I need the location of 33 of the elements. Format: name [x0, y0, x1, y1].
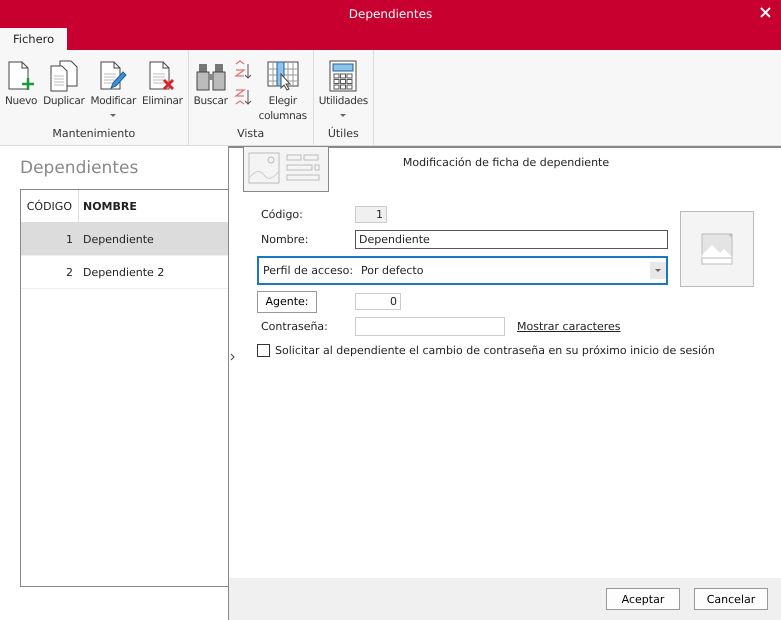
field-label: Perfil de acceso:	[262, 264, 354, 277]
ribbon-button[interactable]: Duplicar	[40, 60, 88, 127]
table-cell-text: 2	[65, 264, 74, 280]
field-label: Código:	[260, 208, 304, 221]
window-title: Dependientes	[348, 7, 432, 21]
table-cell-text: Dependiente 2	[82, 266, 164, 278]
column-header[interactable]: NOMBRE	[79, 200, 137, 212]
ribbon-button[interactable]: Utilidades	[316, 60, 371, 127]
table-cell-text: 1	[65, 232, 74, 248]
ribbon-button[interactable]: Buscar	[190, 60, 231, 127]
dialog-button[interactable]: Cancelar	[694, 588, 768, 610]
checkbox-label: Solicitar al dependiente el cambio de contraseña en su próximo inicio de sesión	[275, 344, 715, 357]
dialog-title: Modificación de ficha de dependiente	[402, 155, 610, 171]
group-label: Mantenimiento	[51, 127, 136, 142]
dialog-button[interactable]: Aceptar	[606, 588, 680, 610]
ribbon-button[interactable]: Nuevo	[2, 60, 40, 127]
show-characters-link[interactable]: Mostrar caracteres	[517, 320, 621, 333]
table-row[interactable]: 1 Dependiente	[21, 223, 228, 256]
group-label: Útiles	[326, 127, 360, 142]
ribbon-tab[interactable]: Fichero	[0, 28, 68, 50]
code-field: 1	[355, 206, 387, 223]
ribbon-button[interactable]: Eliminar	[139, 60, 186, 127]
field-label: Nombre:	[260, 233, 310, 246]
column-header[interactable]: CÓDIGO	[21, 190, 79, 222]
panel-title: Dependientes	[20, 158, 140, 178]
ribbon-button[interactable]: Modificar	[87, 60, 139, 127]
ribbon-button[interactable]: Elegir columnas	[254, 60, 311, 127]
field-label: Contraseña:	[260, 320, 329, 333]
table-cell-text: Dependiente	[82, 232, 154, 246]
name-field[interactable]: Dependiente	[355, 230, 668, 249]
agent-field[interactable]: 0	[355, 293, 401, 310]
group-label: Vista	[236, 127, 266, 142]
agent-button[interactable]: Agente:	[257, 290, 317, 312]
